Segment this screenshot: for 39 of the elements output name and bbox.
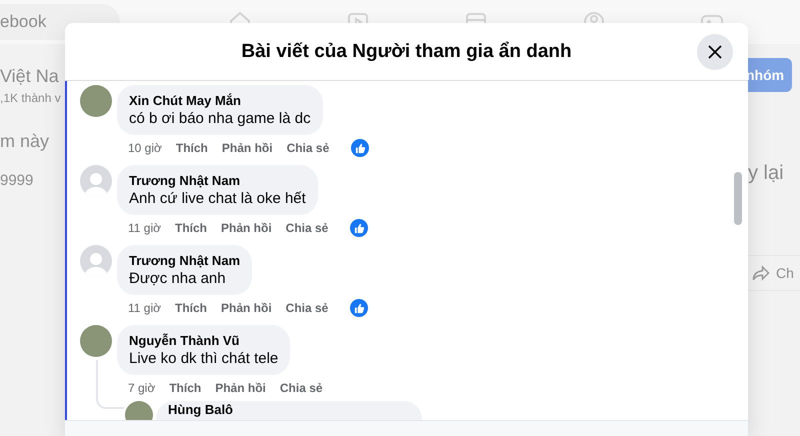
scrollbar[interactable] (734, 172, 742, 225)
comment-time[interactable]: 11 giờ (128, 301, 161, 315)
background-text: y lại (748, 162, 784, 185)
avatar-photo[interactable] (80, 85, 112, 117)
comment-text: Anh cứ live chat là oke hết (129, 190, 306, 207)
share-link[interactable]: Chia sẻ (286, 221, 328, 235)
background-text: 9999 (0, 172, 34, 189)
avatar-photo[interactable] (80, 325, 112, 357)
comment-author[interactable]: Trương Nhật Nam (129, 253, 240, 268)
comment-time[interactable]: 10 giờ (128, 141, 162, 155)
default-avatar[interactable] (80, 165, 112, 197)
reply-link[interactable]: Phản hồi (221, 221, 272, 235)
member-count: ,1K thành v (0, 91, 61, 105)
comment-text: Được nha anh (129, 270, 227, 287)
comment-text: có b ơi báo nha game là dc (129, 110, 311, 127)
comment-text: Live ko dk thì chát tele (129, 350, 278, 367)
reply-link[interactable]: Phản hồi (222, 141, 273, 155)
close-button[interactable] (697, 34, 733, 70)
like-link[interactable]: Thích (175, 221, 207, 235)
like-link[interactable]: Thích (175, 301, 207, 315)
reply-link[interactable]: Phản hồi (221, 301, 272, 315)
share-link[interactable]: Chia sẻ (286, 141, 330, 155)
like-link[interactable]: Thích (169, 381, 202, 395)
share-arrow-icon (752, 265, 770, 281)
comment-author[interactable]: Xin Chút May Mắn (129, 93, 311, 108)
comment-author[interactable]: Nguyễn Thành Vũ (129, 333, 278, 348)
group-name: Việt Na (0, 66, 60, 87)
default-avatar[interactable] (80, 245, 112, 277)
background-text: m này (0, 131, 50, 152)
like-link[interactable]: Thích (176, 141, 208, 155)
dialog-title: Bài viết của Người tham gia ẩn danh (241, 40, 572, 62)
share-link[interactable]: Chia sẻ (280, 381, 323, 395)
comment-author[interactable]: Trương Nhật Nam (129, 173, 306, 188)
comment-author[interactable]: Hùng Balô (168, 402, 233, 418)
comment-time[interactable]: 11 giờ (128, 221, 161, 235)
share-link[interactable]: Chia sẻ (286, 301, 328, 315)
reply-link[interactable]: Phản hồi (215, 381, 266, 395)
close-icon (708, 45, 722, 59)
comment-time[interactable]: 7 giờ (128, 381, 156, 395)
